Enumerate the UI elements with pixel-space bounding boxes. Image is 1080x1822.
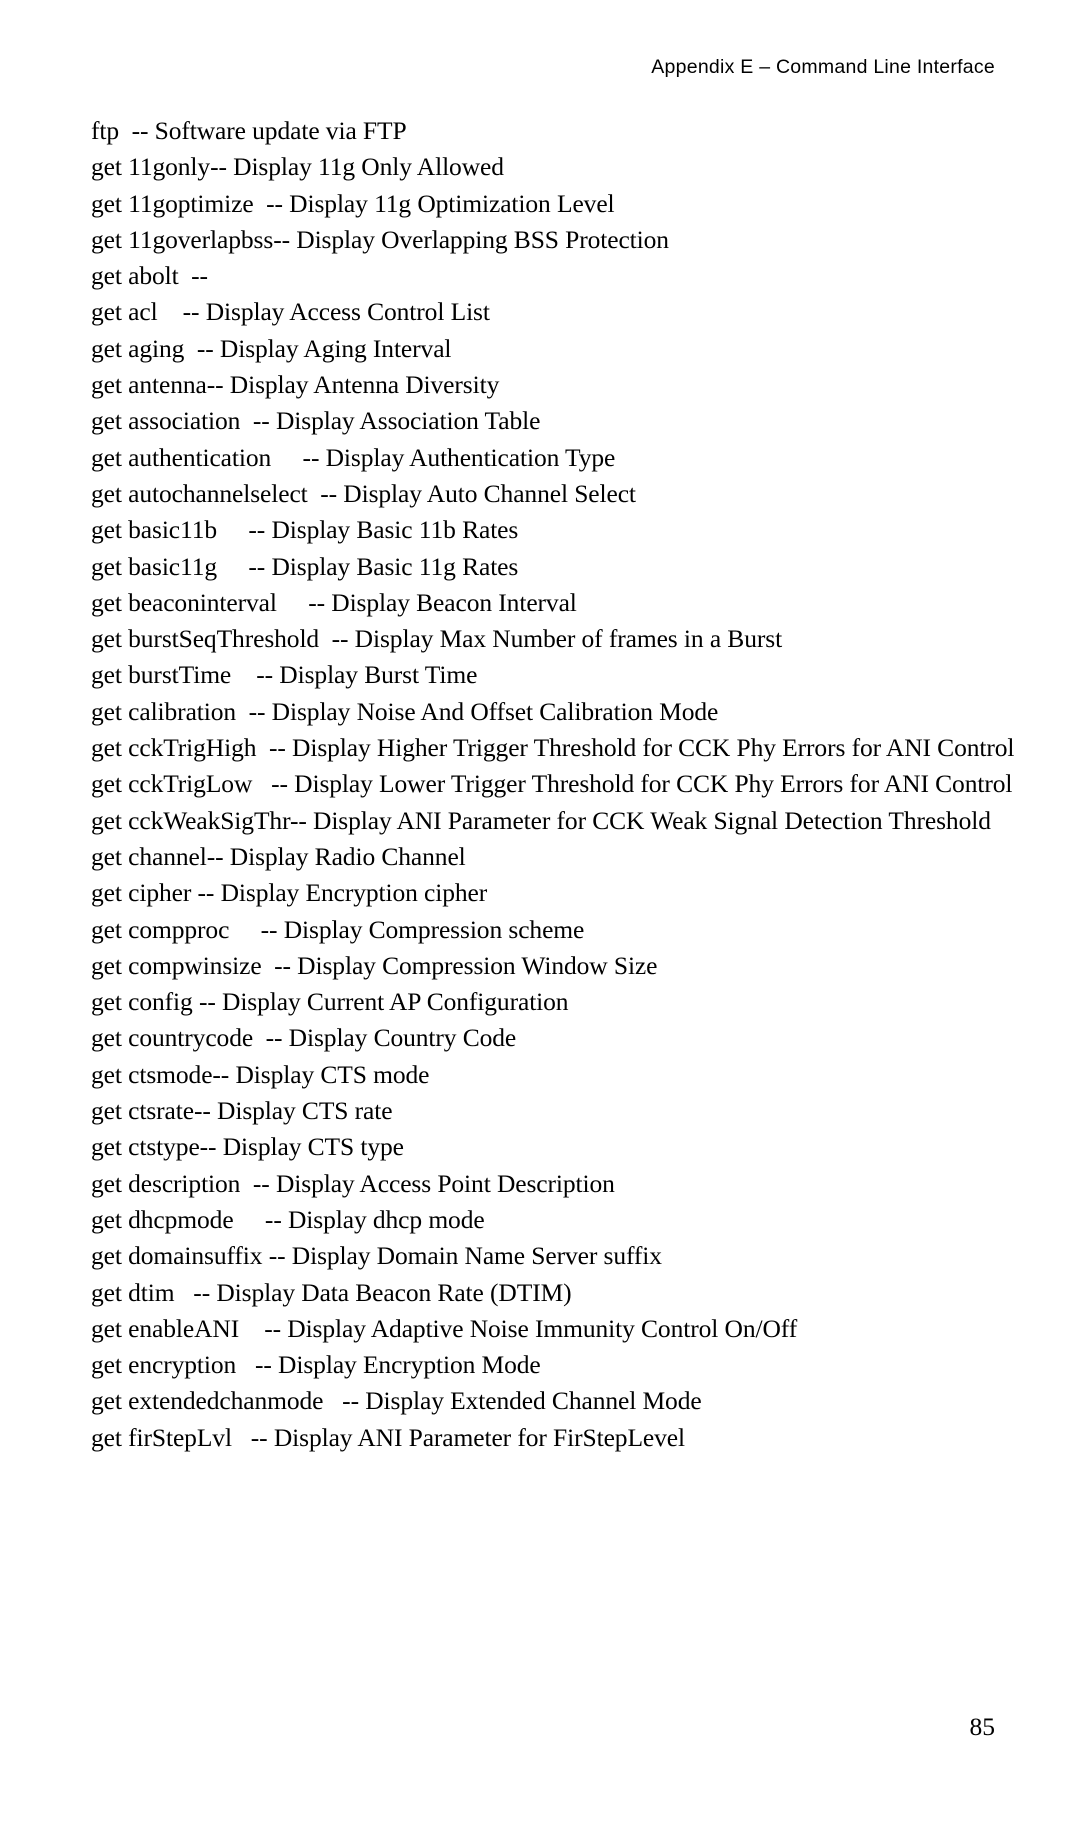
command-line: get burstTime -- Display Burst Time [91,660,478,690]
command-line: get dtim -- Display Data Beacon Rate (DT… [91,1277,572,1307]
command-line: get aging -- Display Aging Interval [91,333,452,363]
command-line: get association -- Display Association T… [91,406,541,436]
document-page: Appendix E – Command Line Interface ftp … [0,0,1080,1822]
command-line: get compproc -- Display Compression sche… [91,914,585,944]
command-line: get beaconinterval -- Display Beacon Int… [91,587,577,617]
command-line: get basic11b -- Display Basic 11b Rates [91,515,519,545]
command-line: get acl -- Display Access Control List [91,297,490,327]
command-line: get ctsrate-- Display CTS rate [91,1096,393,1126]
command-line: get burstSeqThreshold -- Display Max Num… [91,624,783,654]
command-line: get basic11g -- Display Basic 11g Rates [91,551,519,581]
command-line: get ctstype-- Display CTS type [91,1132,404,1162]
running-head: Appendix E – Command Line Interface [651,56,995,78]
command-line: get extendedchanmode -- Display Extended… [91,1386,702,1416]
command-line: get domainsuffix -- Display Domain Name … [91,1241,662,1271]
command-list: ftp -- Software update via FTP get 11gonl… [91,113,1015,1456]
command-line: get calibration -- Display Noise And Off… [91,696,719,726]
command-line: ftp -- Software update via FTP [91,116,407,145]
command-line: get countrycode -- Display Country Code [91,1023,517,1053]
command-line: get 11goptimize -- Display 11g Optimizat… [91,188,615,218]
page-number: 85 [969,1712,996,1741]
command-line: get encryption -- Display Encryption Mod… [91,1350,541,1380]
command-line: get channel-- Display Radio Channel [91,841,466,871]
command-line: get ctsmode-- Display CTS mode [91,1059,430,1089]
command-line: get authentication -- Display Authentica… [91,442,616,472]
command-line: get cckTrigHigh -- Display Higher Trigge… [91,733,1015,763]
command-line: get antenna-- Display Antenna Diversity [91,370,500,400]
command-line: get description -- Display Access Point … [91,1168,615,1198]
command-line: get cipher -- Display Encryption cipher [91,878,488,908]
command-line: get cckTrigLow -- Display Lower Trigger … [91,769,1013,799]
command-line: get compwinsize -- Display Compression W… [91,950,658,980]
command-line: get autochannelselect -- Display Auto Ch… [91,478,636,508]
command-line: get enableANI -- Display Adaptive Noise … [91,1313,798,1343]
command-line: get 11gonly-- Display 11g Only Allowed [91,152,504,182]
command-line: get dhcpmode -- Display dhcp mode [91,1204,485,1234]
command-line: get config -- Display Current AP Configu… [91,987,569,1017]
command-line: get 11goverlapbss-- Display Overlapping … [91,224,669,254]
command-line: get firStepLvl -- Display ANI Parameter … [91,1422,685,1452]
command-line: get abolt -- [91,261,208,291]
command-line: get cckWeakSigThr-- Display ANI Paramete… [91,805,991,835]
